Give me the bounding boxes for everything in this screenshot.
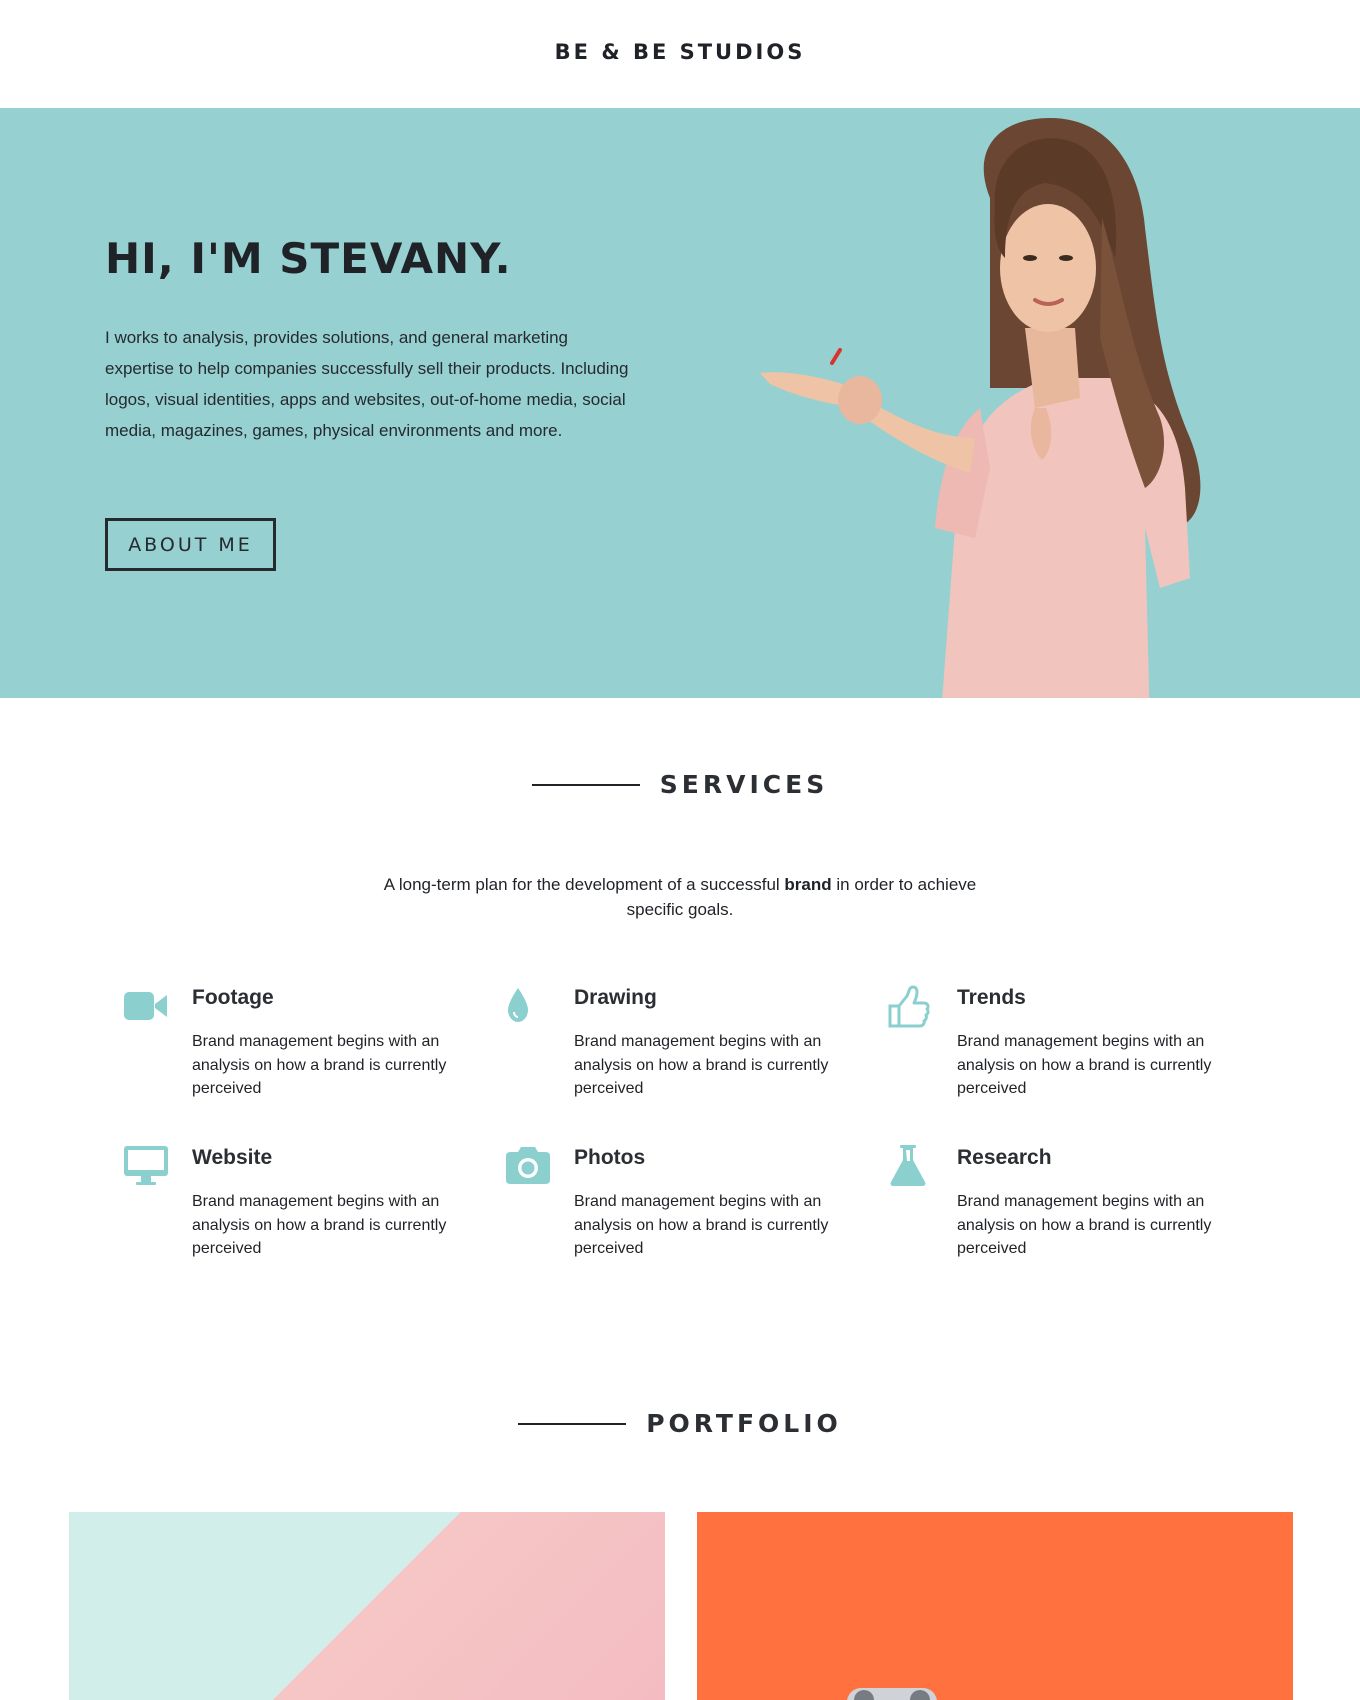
service-description: Brand management begins with an analysis… <box>957 1193 1212 1257</box>
monitor-icon <box>122 1144 170 1188</box>
flask-icon <box>887 1144 935 1188</box>
intro-bold-word: brand <box>784 875 832 894</box>
service-title: Drawing <box>574 986 657 1009</box>
hero-portrait-image <box>760 118 1201 698</box>
service-trends: Trends Brand management begins with an a… <box>887 984 1247 1114</box>
service-title: Research <box>957 1146 1052 1169</box>
hero-title: HI, I'M STEVANY. <box>105 234 512 283</box>
video-camera-icon <box>122 984 170 1028</box>
site-brand[interactable]: BE & BE STUDIOS <box>0 40 1360 64</box>
service-description: Brand management begins with an analysis… <box>192 1033 447 1097</box>
services-intro: A long-term plan for the development of … <box>383 875 977 919</box>
heading-rule <box>518 1422 627 1425</box>
site-header: BE & BE STUDIOS <box>0 0 1360 108</box>
service-description: Brand management begins with an analysis… <box>574 1033 829 1097</box>
service-title: Footage <box>192 986 274 1009</box>
services-heading-label: SERVICES <box>659 770 829 799</box>
service-research: Research Brand management begins with an… <box>887 1144 1247 1274</box>
hero-description: I works to analysis, provides solutions,… <box>105 328 629 440</box>
service-title: Trends <box>957 986 1026 1009</box>
camera-icon <box>504 1144 552 1188</box>
portfolio-heading: PORTFOLIO <box>0 1409 1360 1438</box>
portfolio-item-orange[interactable] <box>697 1512 1293 1700</box>
chain-image <box>847 1688 937 1700</box>
service-footage: Footage Brand management begins with an … <box>122 984 482 1114</box>
services-heading: SERVICES <box>0 770 1360 799</box>
service-description: Brand management begins with an analysis… <box>574 1193 829 1257</box>
service-description: Brand management begins with an analysis… <box>192 1193 447 1257</box>
heading-rule <box>531 783 640 786</box>
service-title: Website <box>192 1146 273 1169</box>
thumbs-up-icon <box>887 984 935 1028</box>
about-me-button[interactable]: ABOUT ME <box>105 518 276 571</box>
service-title: Photos <box>574 1146 646 1169</box>
portfolio-heading-label: PORTFOLIO <box>646 1409 842 1438</box>
portfolio-item-pastel[interactable] <box>69 1512 665 1700</box>
service-photos: Photos Brand management begins with an a… <box>504 1144 864 1274</box>
droplet-icon <box>504 984 552 1028</box>
service-drawing: Drawing Brand management begins with an … <box>504 984 864 1114</box>
service-website: Website Brand management begins with an … <box>122 1144 482 1274</box>
hero-section: HI, I'M STEVANY. I works to analysis, pr… <box>0 108 1360 698</box>
service-description: Brand management begins with an analysis… <box>957 1033 1212 1097</box>
